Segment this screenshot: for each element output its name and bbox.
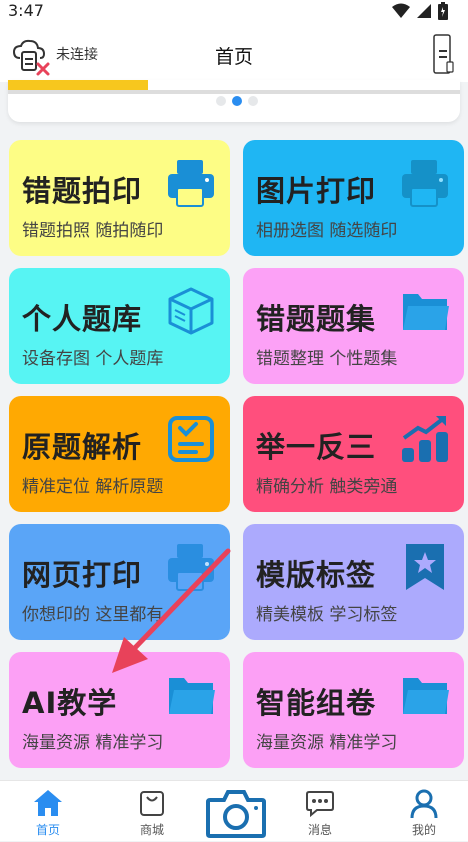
box-icon: [168, 287, 214, 335]
tab-shop[interactable]: 商城: [112, 781, 192, 841]
camera-icon: [206, 790, 266, 838]
growth-chart-icon: [402, 416, 448, 462]
card-title: AI教学: [22, 686, 118, 720]
folder-icon: [403, 678, 449, 714]
card-wrong-question-print[interactable]: 错题拍印 错题拍照 随拍随印: [9, 140, 230, 256]
card-subtitle: 精准定位 解析原题: [22, 477, 164, 497]
card-subtitle: 设备存图 个人题库: [22, 349, 164, 369]
signal-icon: [417, 4, 431, 18]
user-icon: [410, 789, 438, 819]
carousel-dots: [216, 96, 258, 106]
carousel-dot[interactable]: [248, 96, 258, 106]
printer-icon: [402, 160, 448, 207]
card-title: 图片打印: [256, 174, 377, 208]
status-icons: [392, 2, 448, 20]
page-title: 首页: [214, 46, 253, 68]
carousel-dot-active[interactable]: [232, 96, 242, 106]
card-template-labels[interactable]: 模版标签 精美模板 学习标签: [243, 524, 464, 640]
card-title: 智能组卷: [256, 686, 377, 720]
tab-label: 商城: [139, 823, 164, 837]
status-time: 3:47: [8, 1, 44, 20]
card-subtitle: 相册选图 随选随印: [256, 221, 398, 241]
card-smart-exam[interactable]: 智能组卷 海量资源 精准学习: [243, 652, 464, 768]
tab-label: 我的: [411, 823, 436, 837]
wifi-icon: [392, 3, 410, 18]
tab-home[interactable]: 首页: [8, 781, 88, 841]
card-title: 错题拍印: [22, 174, 143, 208]
card-wrong-question-set[interactable]: 错题题集 错题整理 个性题集: [243, 268, 464, 384]
card-question-analysis[interactable]: 原题解析 精准定位 解析原题: [9, 396, 230, 512]
pointer-arrow-annotation: [112, 548, 231, 673]
card-title: 举一反三: [256, 430, 377, 464]
card-personal-question-bank[interactable]: 个人题库 设备存图 个人题库: [9, 268, 230, 384]
tab-label: 首页: [35, 823, 60, 837]
tab-label: 消息: [307, 823, 332, 837]
bookmark-star-icon: [406, 544, 444, 590]
battery-icon: [438, 2, 448, 20]
device-phone-icon[interactable]: [432, 34, 454, 76]
card-title: 原题解析: [22, 430, 143, 464]
card-title: 个人题库: [22, 302, 143, 336]
card-image-print[interactable]: 图片打印 相册选图 随选随印: [243, 140, 464, 256]
card-draw-inferences[interactable]: 举一反三 精确分析 触类旁通: [243, 396, 464, 512]
status-bar: 3:47: [0, 0, 468, 24]
card-subtitle: 错题整理 个性题集: [256, 349, 398, 369]
banner-carousel[interactable]: [8, 80, 460, 122]
banner-image-edge: [8, 90, 460, 94]
folder-icon: [403, 294, 449, 330]
checklist-icon: [168, 416, 214, 462]
printer-icon: [168, 160, 214, 207]
card-subtitle: 海量资源 精准学习: [256, 733, 398, 753]
shopping-bag-icon: [140, 791, 164, 816]
card-subtitle: 错题拍照 随拍随印: [22, 221, 164, 241]
banner-image-strip: [8, 80, 148, 90]
card-subtitle: 精确分析 触类旁通: [256, 477, 398, 497]
camera-button[interactable]: [206, 788, 266, 838]
message-icon: [306, 791, 334, 817]
tab-messages[interactable]: 消息: [280, 781, 360, 841]
carousel-dot[interactable]: [216, 96, 226, 106]
card-subtitle: 精美模板 学习标签: [256, 605, 398, 625]
card-title: 模版标签: [256, 558, 377, 592]
tab-profile[interactable]: 我的: [384, 781, 464, 841]
home-icon: [34, 790, 62, 816]
card-subtitle: 海量资源 精准学习: [22, 733, 164, 753]
card-title: 错题题集: [256, 302, 377, 336]
